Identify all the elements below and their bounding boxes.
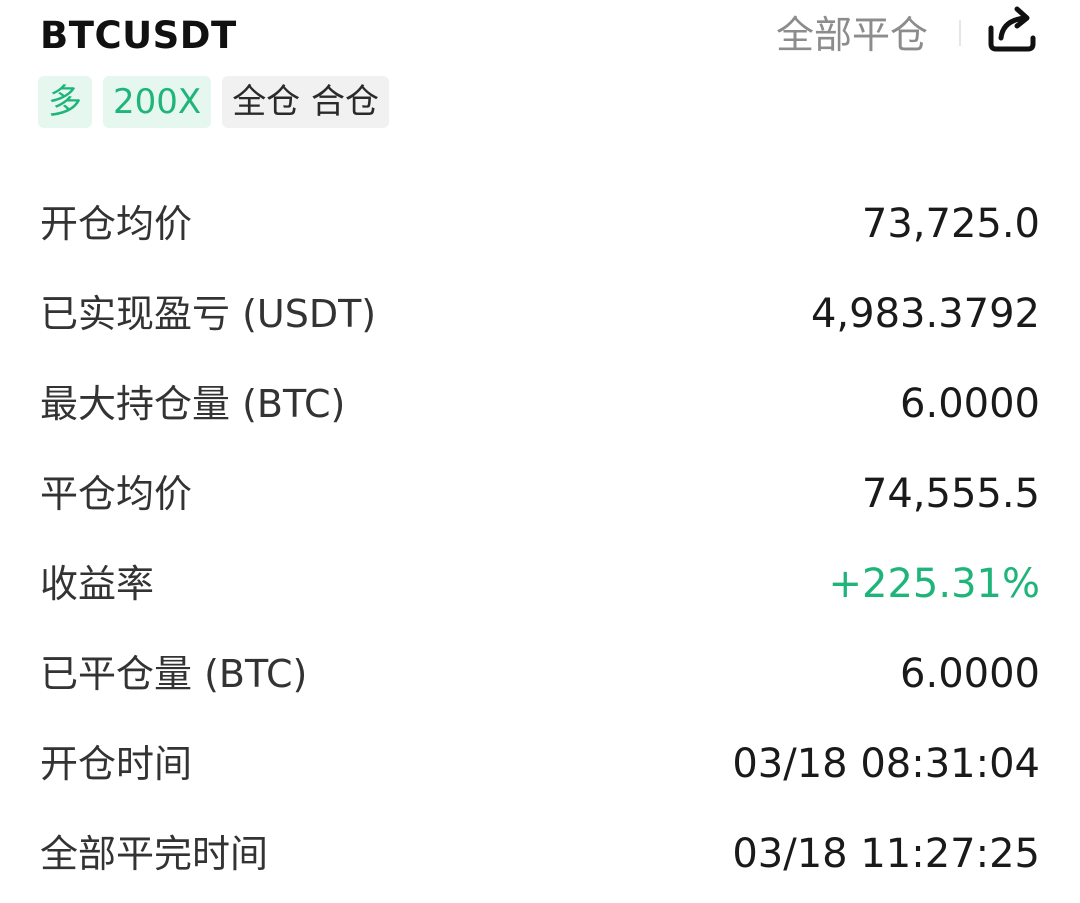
detail-label: 开仓时间 — [40, 742, 193, 786]
detail-row-realized-pnl: 已实现盈亏 (USDT) 4,983.3792 — [0, 270, 1080, 360]
leverage-tag: 200X — [103, 76, 212, 128]
detail-label: 收益率 — [40, 562, 155, 606]
detail-value: 03/18 11:27:25 — [732, 831, 1040, 877]
direction-long-tag: 多 — [38, 76, 92, 128]
share-icon[interactable] — [985, 4, 1039, 54]
detail-label: 最大持仓量 (BTC) — [40, 382, 346, 426]
position-header: BTCUSDT 全部平仓 多 200X 全仓 合仓 — [0, 0, 1080, 150]
header-divider — [959, 20, 961, 46]
detail-label: 全部平完时间 — [40, 832, 269, 876]
detail-row-closed-amount: 已平仓量 (BTC) 6.0000 — [0, 630, 1080, 720]
detail-row-full-close-time: 全部平完时间 03/18 11:27:25 — [0, 810, 1080, 900]
detail-label: 平仓均价 — [40, 472, 193, 516]
detail-row-return-rate: 收益率 +225.31% — [0, 540, 1080, 630]
detail-value: 6.0000 — [900, 381, 1040, 427]
position-tags: 多 200X 全仓 合仓 — [38, 76, 389, 128]
detail-value: 74,555.5 — [861, 471, 1040, 517]
detail-value: 03/18 08:31:04 — [732, 741, 1040, 787]
detail-label: 已平仓量 (BTC) — [40, 652, 308, 696]
detail-value-positive: +225.31% — [828, 561, 1040, 607]
detail-value: 73,725.0 — [861, 201, 1040, 247]
close-all-button[interactable]: 全部平仓 — [776, 12, 928, 58]
detail-label: 已实现盈亏 (USDT) — [40, 292, 377, 336]
position-details: 开仓均价 73,725.0 已实现盈亏 (USDT) 4,983.3792 最大… — [0, 180, 1080, 900]
detail-value: 4,983.3792 — [810, 291, 1040, 337]
margin-mode-tag: 全仓 合仓 — [222, 76, 389, 128]
detail-row-max-position: 最大持仓量 (BTC) 6.0000 — [0, 360, 1080, 450]
detail-row-open-time: 开仓时间 03/18 08:31:04 — [0, 720, 1080, 810]
detail-row-open-avg-price: 开仓均价 73,725.0 — [0, 180, 1080, 270]
detail-value: 6.0000 — [900, 651, 1040, 697]
detail-row-close-avg-price: 平仓均价 74,555.5 — [0, 450, 1080, 540]
symbol-title: BTCUSDT — [40, 14, 237, 57]
detail-label: 开仓均价 — [40, 202, 193, 246]
